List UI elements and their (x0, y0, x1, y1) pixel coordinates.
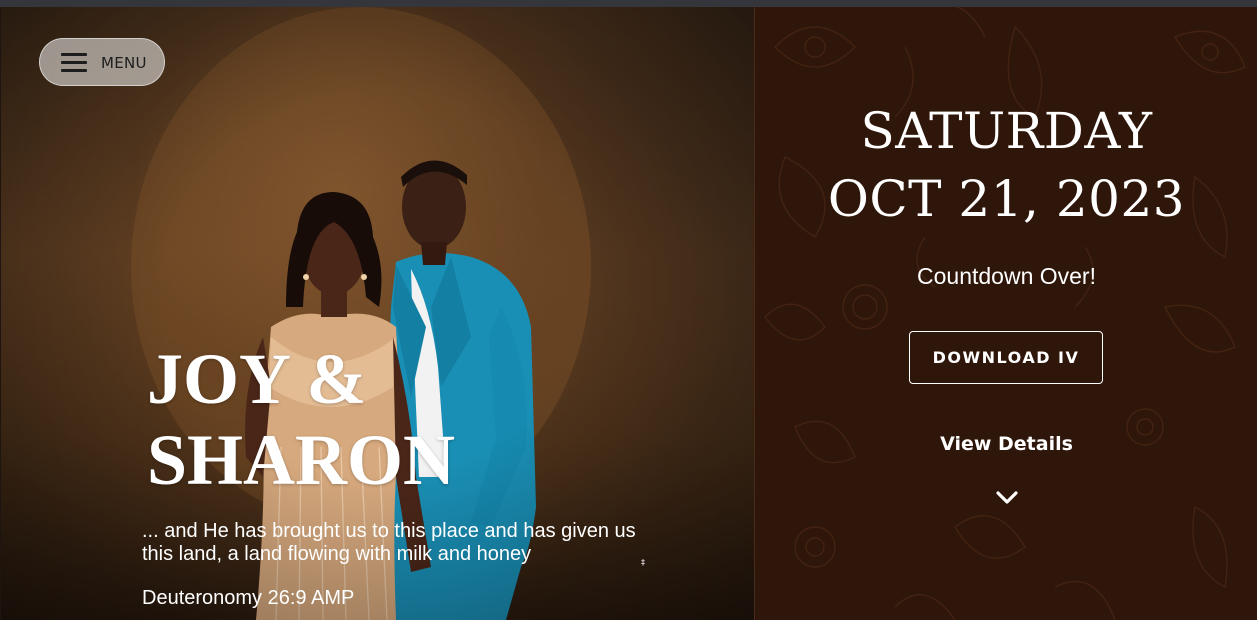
couple-name-line-2: SHARON (147, 420, 456, 500)
paisley-pattern-background (764, 7, 1246, 620)
page: MENU JOY & SHARON ... and He has brought… (0, 7, 1257, 620)
scripture-verse: ... and He has brought us to this place … (142, 520, 636, 565)
event-info-panel: SATURDAY OCT 21, 2023 Countdown Over! DO… (754, 7, 1257, 620)
chevron-down-icon[interactable] (995, 490, 1019, 506)
couple-names: JOY & SHARON (147, 339, 567, 501)
hamburger-icon[interactable] (61, 53, 87, 73)
browser-top-edge (0, 0, 1257, 7)
view-details-link[interactable]: View Details (755, 433, 1257, 455)
menu-label[interactable]: MENU (101, 54, 147, 72)
couple-name-line-1: JOY & (147, 339, 367, 419)
scripture-reference: Deuteronomy 26:9 AMP (142, 587, 355, 609)
event-day: SATURDAY (860, 102, 1153, 160)
event-date: OCT 21, 2023 (827, 170, 1186, 228)
hero-photo-section: MENU JOY & SHARON ... and He has brought… (1, 7, 754, 620)
menu-button[interactable]: MENU (39, 38, 165, 86)
countdown-status: Countdown Over! (917, 263, 1096, 289)
tiny-mark: ‡ (641, 558, 645, 567)
download-iv-button[interactable]: DOWNLOAD IV (909, 331, 1103, 384)
